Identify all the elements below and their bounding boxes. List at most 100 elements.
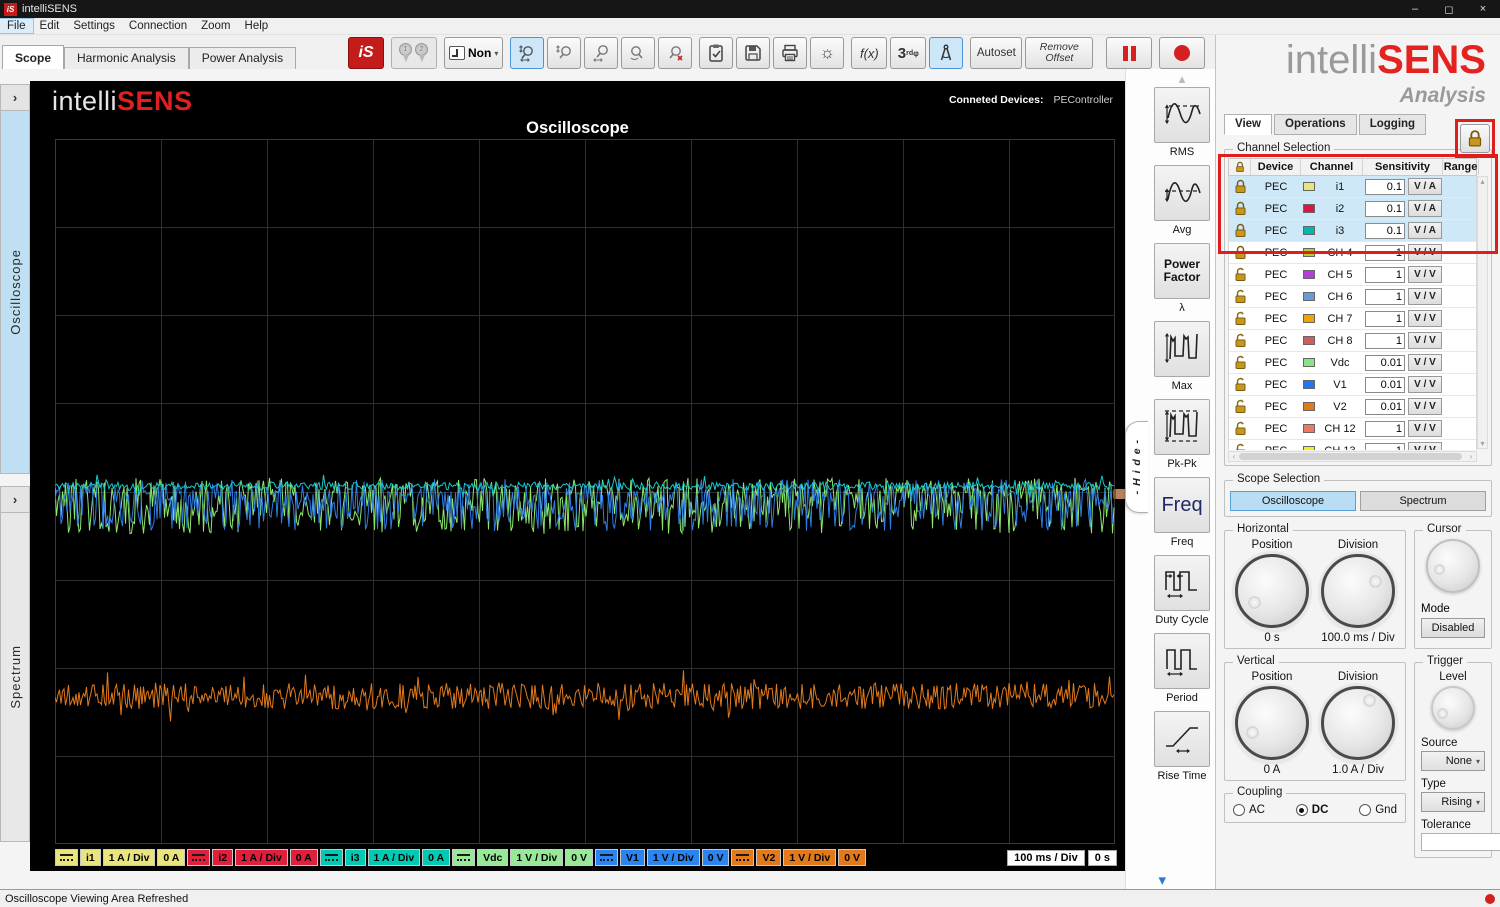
measure-duty-cycle-button[interactable] xyxy=(1154,555,1210,611)
unit-button[interactable]: V / V xyxy=(1408,332,1442,349)
sidebar-tab-spectrum[interactable]: › Spectrum xyxy=(0,486,30,842)
channel-row-ch-6[interactable]: PEC CH 6 V / V xyxy=(1229,286,1476,308)
measure-avg-button[interactable] xyxy=(1154,165,1210,221)
sensitivity-input[interactable] xyxy=(1365,178,1405,195)
trigger-type-select[interactable]: Rising ▾ xyxy=(1421,792,1485,812)
spectrum-mode-button[interactable]: Spectrum xyxy=(1360,491,1486,511)
third-harmonic-button[interactable]: 3rd φ xyxy=(890,37,927,69)
sensitivity-input[interactable] xyxy=(1365,266,1405,283)
unit-button[interactable]: V / A xyxy=(1408,200,1442,217)
expand-chevron-icon[interactable]: › xyxy=(1,487,29,513)
channel-row-ch-13[interactable]: PEC CH 13 V / V xyxy=(1229,440,1476,450)
cursor-mode-button[interactable]: Disabled xyxy=(1421,618,1485,638)
sensitivity-input[interactable] xyxy=(1365,288,1405,305)
record-button[interactable] xyxy=(1159,37,1206,69)
minimize-button[interactable]: – xyxy=(1398,0,1432,18)
sensitivity-input[interactable] xyxy=(1365,222,1405,239)
trigger-tolerance-input[interactable] xyxy=(1421,833,1500,851)
brightness-button[interactable]: ☼ xyxy=(810,37,845,69)
unit-button[interactable]: V / V xyxy=(1408,442,1442,450)
sensitivity-input[interactable] xyxy=(1365,244,1405,261)
remove-offset-button[interactable]: Remove Offset xyxy=(1025,37,1094,69)
measure-compass-button[interactable] xyxy=(929,37,964,69)
zoom-xy-button[interactable] xyxy=(510,37,545,69)
coupling-gnd-radio[interactable]: Gnd xyxy=(1359,804,1397,816)
expand-chevron-icon[interactable]: › xyxy=(1,85,29,111)
channel-row-v2[interactable]: PEC V2 V / V xyxy=(1229,396,1476,418)
tab-operations[interactable]: Operations xyxy=(1274,114,1357,135)
save-button[interactable] xyxy=(736,37,771,69)
channel-row-i2[interactable]: PEC i2 V / A xyxy=(1229,198,1476,220)
marker-pin-2-icon[interactable]: 2 xyxy=(415,43,429,63)
menu-settings[interactable]: Settings xyxy=(66,19,122,33)
marker-pin-1-icon[interactable]: 1 xyxy=(399,43,413,63)
horizontal-division-knob[interactable] xyxy=(1321,554,1395,628)
measure-rise-time-button[interactable] xyxy=(1154,711,1210,767)
zoom-horizontal-button[interactable] xyxy=(584,37,619,69)
channel-row-vdc[interactable]: PEC Vdc V / V xyxy=(1229,352,1476,374)
cursor-knob[interactable] xyxy=(1426,539,1480,593)
tab-view[interactable]: View xyxy=(1224,114,1272,135)
unit-button[interactable]: V / V xyxy=(1408,266,1442,283)
menu-connection[interactable]: Connection xyxy=(122,19,194,33)
tab-power-analysis[interactable]: Power Analysis xyxy=(188,47,297,69)
trigger-level-knob[interactable] xyxy=(1431,686,1475,730)
zoom-reset-button[interactable] xyxy=(658,37,693,69)
horizontal-position-knob[interactable] xyxy=(1235,554,1309,628)
measure-max-button[interactable] xyxy=(1154,321,1210,377)
hide-panel-tab[interactable]: - H i d e - xyxy=(1125,421,1148,513)
channel-row-ch-8[interactable]: PEC CH 8 V / V xyxy=(1229,330,1476,352)
sensitivity-input[interactable] xyxy=(1365,376,1405,393)
unit-button[interactable]: V / V xyxy=(1408,420,1442,437)
unit-button[interactable]: V / V xyxy=(1408,376,1442,393)
channel-row-ch-4[interactable]: PEC CH 4 V / V xyxy=(1229,242,1476,264)
sensitivity-input[interactable] xyxy=(1365,332,1405,349)
tab-harmonic-analysis[interactable]: Harmonic Analysis xyxy=(64,47,189,69)
unit-button[interactable]: V / A xyxy=(1408,178,1442,195)
sidebar-tab-oscilloscope[interactable]: › Oscilloscope xyxy=(0,84,30,474)
coupling-dc-radio[interactable]: DC xyxy=(1295,804,1328,816)
channel-row-ch-12[interactable]: PEC CH 12 V / V xyxy=(1229,418,1476,440)
table-horizontal-scrollbar[interactable]: ‹ › xyxy=(1228,451,1477,462)
measure-rms-button[interactable] xyxy=(1154,87,1210,143)
zoom-vertical-button[interactable] xyxy=(547,37,582,69)
unit-button[interactable]: V / V xyxy=(1408,310,1442,327)
unit-button[interactable]: V / V xyxy=(1408,398,1442,415)
lock-all-button[interactable] xyxy=(1460,124,1490,153)
tab-scope[interactable]: Scope xyxy=(2,45,65,69)
menu-edit[interactable]: Edit xyxy=(33,19,67,33)
measure-λ-button[interactable]: Power Factor xyxy=(1154,243,1210,299)
vertical-division-knob[interactable] xyxy=(1321,686,1395,760)
channel-row-v1[interactable]: PEC V1 V / V xyxy=(1229,374,1476,396)
zoom-undo-button[interactable] xyxy=(621,37,656,69)
menu-help[interactable]: Help xyxy=(238,19,276,33)
trigger-source-select[interactable]: None ▾ xyxy=(1421,751,1485,771)
close-button[interactable]: × xyxy=(1466,0,1500,18)
pause-button[interactable] xyxy=(1106,37,1153,69)
measure-freq-button[interactable]: Freq xyxy=(1154,477,1210,533)
menu-zoom[interactable]: Zoom xyxy=(194,19,237,33)
autoset-button[interactable]: Autoset xyxy=(970,37,1023,69)
restore-button[interactable]: ◻ xyxy=(1432,0,1466,18)
unit-button[interactable]: V / V xyxy=(1408,244,1442,261)
print-button[interactable] xyxy=(773,37,808,69)
tab-logging[interactable]: Logging xyxy=(1358,114,1427,135)
coupling-ac-radio[interactable]: AC xyxy=(1233,804,1265,816)
trigger-mode-dropdown[interactable]: Non ▾ xyxy=(444,37,504,69)
sensitivity-input[interactable] xyxy=(1365,310,1405,327)
copy-to-clipboard-button[interactable] xyxy=(699,37,734,69)
sensitivity-input[interactable] xyxy=(1365,354,1405,371)
channel-row-i3[interactable]: PEC i3 V / A xyxy=(1229,220,1476,242)
intellisens-logo-button[interactable]: iS xyxy=(348,37,384,69)
vertical-position-knob[interactable] xyxy=(1235,686,1309,760)
unit-button[interactable]: V / A xyxy=(1408,222,1442,239)
channel-row-ch-5[interactable]: PEC CH 5 V / V xyxy=(1229,264,1476,286)
scroll-up-icon[interactable]: ▴ xyxy=(1179,72,1186,85)
measure-pk-pk-button[interactable] xyxy=(1154,399,1210,455)
oscilloscope-mode-button[interactable]: Oscilloscope xyxy=(1230,491,1356,511)
channel-row-ch-7[interactable]: PEC CH 7 V / V xyxy=(1229,308,1476,330)
sensitivity-input[interactable] xyxy=(1365,442,1405,450)
scroll-down-icon[interactable]: ▾ xyxy=(1159,873,1167,888)
channel-row-i1[interactable]: PEC i1 V / A xyxy=(1229,176,1476,198)
unit-button[interactable]: V / V xyxy=(1408,288,1442,305)
